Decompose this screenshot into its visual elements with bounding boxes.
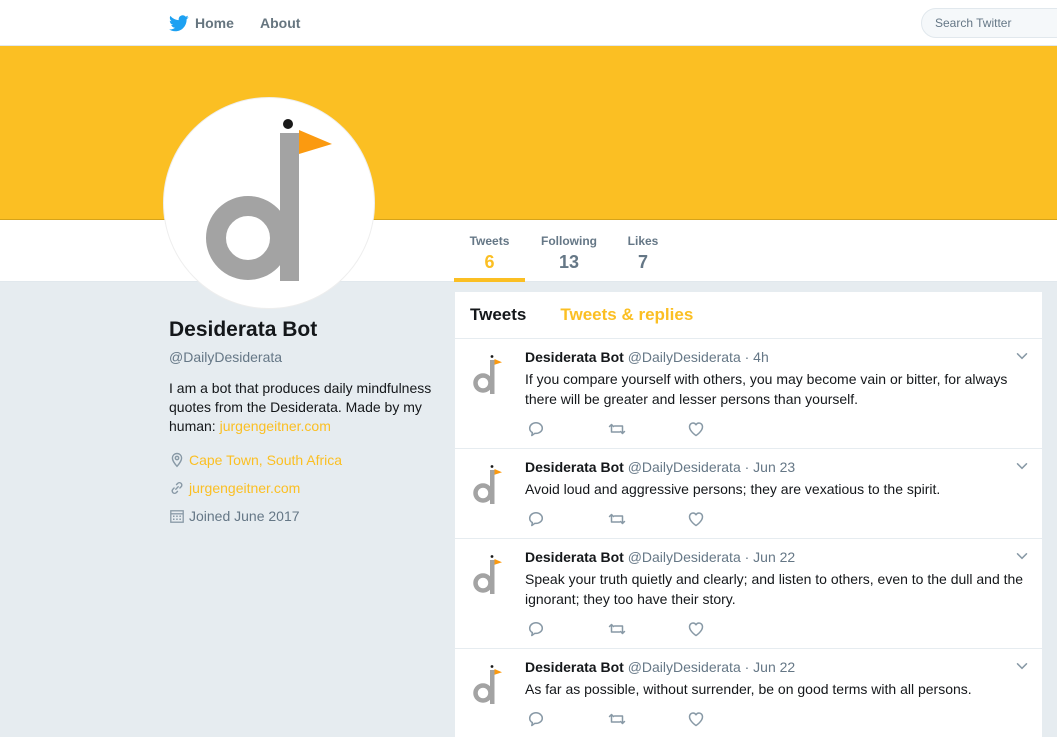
tweet[interactable]: Desiderata Bot @DailyDesiderata · Jun 22…	[455, 649, 1042, 737]
chevron-down-icon[interactable]	[1015, 349, 1029, 363]
reply-button[interactable]	[527, 710, 607, 728]
tweet-actions	[527, 420, 767, 438]
chevron-down-icon[interactable]	[1015, 659, 1029, 673]
twitter-bird-icon	[169, 14, 189, 31]
top-nav: Home About	[0, 0, 1057, 46]
stat-value: 13	[558, 252, 580, 272]
profile-card: Desiderata Bot @DailyDesiderata I am a b…	[169, 318, 439, 525]
profile-avatar[interactable]	[163, 97, 375, 309]
nav-about[interactable]: About	[260, 0, 300, 46]
tweet-text: Speak your truth quietly and clearly; an…	[525, 571, 1024, 607]
stat-label: Likes	[627, 234, 659, 248]
tweet-meta[interactable]: @DailyDesiderata · Jun 23	[628, 459, 796, 475]
profile-bio-link[interactable]: jurgengeitner.com	[220, 418, 331, 434]
profile-bio: I am a bot that produces daily mindfulne…	[169, 379, 434, 436]
tweet[interactable]: Desiderata Bot @DailyDesiderata · 4h If …	[455, 339, 1042, 449]
retweet-icon	[608, 513, 626, 525]
tweet-author-name[interactable]: Desiderata Bot	[525, 459, 624, 475]
nav-about-label: About	[260, 15, 301, 31]
retweet-button[interactable]	[607, 420, 687, 438]
tweet-author-name[interactable]: Desiderata Bot	[525, 659, 624, 675]
tweet[interactable]: Desiderata Bot @DailyDesiderata · Jun 23…	[455, 449, 1042, 539]
stat-value: 7	[637, 252, 648, 272]
profile-banner	[0, 46, 1057, 220]
tweet-avatar-icon[interactable]	[471, 460, 507, 508]
heart-icon	[688, 622, 704, 637]
tweet-text: As far as possible, without surrender, b…	[525, 681, 972, 697]
chevron-down-icon[interactable]	[1015, 549, 1029, 563]
reply-button[interactable]	[527, 510, 607, 528]
profile-location: Cape Town, South Africa	[169, 450, 439, 469]
reply-icon	[528, 622, 544, 637]
stat-value: 6	[484, 252, 495, 272]
tweet[interactable]: Desiderata Bot @DailyDesiderata · Jun 22…	[455, 539, 1042, 649]
reply-icon	[528, 712, 544, 727]
heart-icon	[688, 712, 704, 727]
retweet-icon	[608, 623, 626, 635]
stat-likes[interactable]: Likes 7	[620, 220, 666, 282]
profile-location-text[interactable]: Cape Town, South Africa	[189, 452, 342, 468]
tweet-text: If you compare yourself with others, you…	[525, 371, 1008, 407]
search-input[interactable]	[935, 16, 1055, 30]
tweet-avatar-icon[interactable]	[471, 350, 507, 398]
profile-stats-bar: Tweets 6 Following 13 Likes 7	[0, 220, 1057, 282]
location-pin-icon	[171, 452, 183, 467]
heart-icon	[688, 422, 704, 437]
tweet-actions	[527, 620, 767, 638]
profile-joined: Joined June 2017	[169, 506, 439, 525]
profile-joined-text: Joined June 2017	[189, 507, 300, 524]
tweet-header: Desiderata Bot @DailyDesiderata · Jun 22	[525, 549, 795, 565]
link-icon	[171, 481, 183, 494]
stat-label: Tweets	[469, 234, 510, 248]
search-box[interactable]	[921, 8, 1057, 38]
tweet-meta[interactable]: @DailyDesiderata · Jun 22	[628, 659, 796, 675]
profile-handle: @DailyDesiderata	[169, 349, 283, 365]
chevron-down-icon[interactable]	[1015, 459, 1029, 473]
tweet-list: Desiderata Bot @DailyDesiderata · 4h If …	[455, 339, 1042, 737]
reply-button[interactable]	[527, 420, 607, 438]
stat-label: Following	[541, 234, 597, 248]
like-button[interactable]	[687, 710, 767, 728]
calendar-icon	[170, 509, 184, 523]
tweet-author-name[interactable]: Desiderata Bot	[525, 349, 624, 365]
tweet-actions	[527, 710, 767, 728]
tab-tweets-and-replies[interactable]: Tweets & replies	[560, 305, 693, 325]
profile-name: Desiderata Bot	[169, 318, 318, 341]
retweet-button[interactable]	[607, 620, 687, 638]
like-button[interactable]	[687, 420, 767, 438]
profile-website: jurgengeitner.com	[169, 478, 439, 497]
retweet-button[interactable]	[607, 510, 687, 528]
tweet-header: Desiderata Bot @DailyDesiderata · 4h	[525, 349, 769, 365]
retweet-icon	[608, 423, 626, 435]
like-button[interactable]	[687, 620, 767, 638]
tweet-avatar-icon[interactable]	[471, 660, 507, 708]
reply-icon	[528, 422, 544, 437]
tweet-header: Desiderata Bot @DailyDesiderata · Jun 22	[525, 659, 795, 675]
tweet-meta[interactable]: @DailyDesiderata · 4h	[628, 349, 769, 365]
tweet-actions	[527, 510, 767, 528]
retweet-button[interactable]	[607, 710, 687, 728]
reply-icon	[528, 512, 544, 527]
tweet-header: Desiderata Bot @DailyDesiderata · Jun 23	[525, 459, 795, 475]
tweet-author-name[interactable]: Desiderata Bot	[525, 549, 624, 565]
profile-website-link[interactable]: jurgengeitner.com	[189, 480, 300, 496]
tweet-meta[interactable]: @DailyDesiderata · Jun 22	[628, 549, 796, 565]
heart-icon	[688, 512, 704, 527]
tab-tweets[interactable]: Tweets	[470, 305, 526, 325]
like-button[interactable]	[687, 510, 767, 528]
timeline: Tweets Tweets & replies Desiderata Bot @…	[455, 292, 1042, 737]
tweet-text: Avoid loud and aggressive persons; they …	[525, 481, 941, 497]
tweet-avatar-icon[interactable]	[471, 550, 507, 598]
stat-tweets[interactable]: Tweets 6	[454, 220, 525, 282]
reply-button[interactable]	[527, 620, 607, 638]
desiderata-logo-icon	[206, 119, 332, 281]
retweet-icon	[608, 713, 626, 725]
nav-home[interactable]: Home	[169, 0, 234, 46]
stat-following[interactable]: Following 13	[536, 220, 602, 282]
timeline-tabs: Tweets Tweets & replies	[455, 292, 1042, 339]
nav-home-label: Home	[195, 15, 234, 31]
